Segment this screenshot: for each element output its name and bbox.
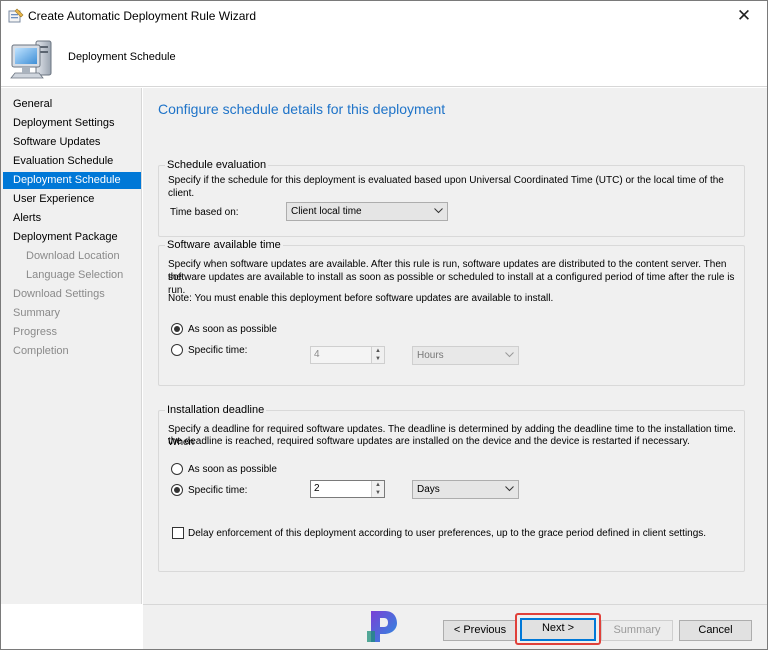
schedule-evaluation-title: Schedule evaluation — [165, 159, 269, 171]
available-time-stepper: 4 ▲ ▼ — [310, 346, 385, 364]
stepper-down-icon: ▼ — [375, 356, 381, 362]
deadline-time-value: 2 — [314, 483, 320, 494]
stepper-up-icon: ▲ — [375, 348, 381, 354]
sidebar-item-software-updates[interactable]: Software Updates — [3, 134, 141, 151]
sidebar-item-deployment-settings[interactable]: Deployment Settings — [3, 115, 141, 132]
page-title: Configure schedule details for this depl… — [158, 101, 446, 117]
stepper-up-icon[interactable]: ▲ — [372, 481, 384, 489]
available-time-unit: Hours — [417, 350, 444, 361]
deadline-asap-radio[interactable] — [171, 463, 183, 475]
computer-icon — [10, 40, 52, 79]
sidebar-item-download-location: Download Location — [26, 250, 120, 262]
close-button[interactable]: ✕ — [721, 1, 767, 31]
title-bar: Create Automatic Deployment Rule Wizard … — [1, 1, 767, 31]
sidebar-item-summary: Summary — [13, 307, 61, 319]
header-title: Deployment Schedule — [68, 51, 176, 63]
stepper-down-icon[interactable]: ▼ — [372, 489, 384, 497]
time-based-label: Time based on: — [170, 207, 239, 218]
summary-button: Summary — [601, 620, 673, 641]
available-asap-label: As soon as possible — [188, 324, 277, 335]
previous-button[interactable]: < Previous — [443, 620, 517, 641]
deadline-unit: Days — [417, 484, 440, 495]
available-time-unit-select: Hours — [412, 346, 519, 365]
wizard-window: Create Automatic Deployment Rule Wizard … — [0, 0, 768, 650]
wizard-header: Deployment Schedule — [1, 31, 767, 87]
sidebar-item-general[interactable]: General — [3, 96, 141, 113]
deadline-unit-select[interactable]: Days — [412, 480, 519, 499]
wizard-sidebar: General Deployment Settings Software Upd… — [1, 88, 142, 604]
available-time-note: Note: You must enable this deployment be… — [168, 293, 554, 304]
deadline-specific-radio[interactable] — [171, 484, 183, 496]
window-title: Create Automatic Deployment Rule Wizard — [28, 9, 257, 23]
sidebar-item-progress: Progress — [13, 326, 58, 338]
software-available-time-title: Software available time — [165, 239, 283, 251]
sidebar-item-deployment-schedule[interactable]: Deployment Schedule — [3, 172, 141, 189]
prajwal-logo-icon — [367, 611, 397, 642]
deadline-description-2: the deadline is reached, required softwa… — [168, 436, 690, 447]
chevron-down-icon — [434, 208, 443, 214]
deadline-time-stepper[interactable]: 2 ▲ ▼ — [310, 480, 385, 498]
chevron-down-icon — [505, 352, 514, 358]
delay-enforcement-checkbox[interactable] — [172, 527, 184, 539]
close-icon: ✕ — [736, 6, 752, 25]
cancel-button[interactable]: Cancel — [679, 620, 752, 641]
sidebar-item-deployment-package[interactable]: Deployment Package — [3, 229, 141, 246]
installation-deadline-group: Installation deadline Specify a deadline… — [158, 404, 745, 572]
stepper-arrows: ▲ ▼ — [371, 347, 384, 363]
wizard-app-icon — [8, 8, 24, 23]
available-specific-radio[interactable] — [171, 344, 183, 356]
time-based-select[interactable]: Client local time — [286, 202, 448, 221]
sidebar-item-user-experience[interactable]: User Experience — [3, 191, 141, 208]
installation-deadline-title: Installation deadline — [165, 404, 267, 416]
wizard-footer: < Previous Next > Summary Cancel — [143, 604, 767, 649]
sidebar-item-language-selection: Language Selection — [26, 269, 124, 281]
wizard-content: Configure schedule details for this depl… — [143, 88, 767, 604]
time-based-value: Client local time — [291, 206, 362, 217]
delay-enforcement-label: Delay enforcement of this deployment acc… — [188, 528, 707, 539]
next-button[interactable]: Next > — [520, 618, 596, 641]
schedule-evaluation-group: Schedule evaluation Specify if the sched… — [158, 159, 745, 237]
available-time-value: 4 — [314, 349, 320, 360]
deadline-specific-label: Specific time: — [188, 485, 248, 496]
chevron-down-icon — [505, 486, 514, 492]
deadline-asap-label: As soon as possible — [188, 464, 277, 475]
sidebar-item-alerts[interactable]: Alerts — [3, 210, 141, 227]
available-specific-label: Specific time: — [188, 345, 248, 356]
stepper-arrows[interactable]: ▲ ▼ — [371, 481, 384, 497]
software-available-time-group: Software available time Specify when sof… — [158, 239, 745, 386]
schedule-evaluation-description: Specify if the schedule for this deploym… — [168, 175, 724, 199]
sidebar-item-completion: Completion — [13, 345, 69, 357]
sidebar-item-download-settings: Download Settings — [13, 288, 105, 300]
available-asap-radio[interactable] — [171, 323, 183, 335]
sidebar-item-evaluation-schedule[interactable]: Evaluation Schedule — [3, 153, 141, 170]
